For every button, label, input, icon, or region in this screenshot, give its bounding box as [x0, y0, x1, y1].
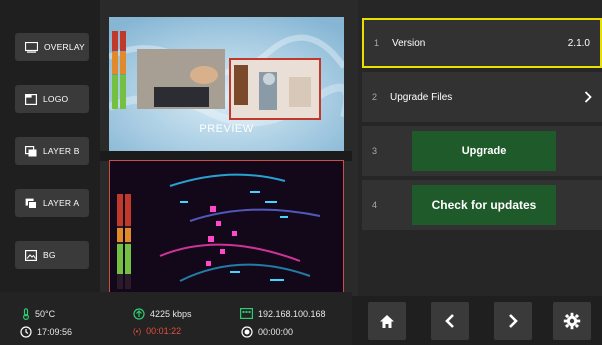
network-icon — [240, 308, 253, 319]
ip-status: 192.168.100.168 — [240, 308, 326, 319]
temperature-status: 50°C — [22, 308, 55, 320]
row-number: 2 — [372, 92, 378, 102]
layer-b-label: LAYER B — [43, 146, 80, 156]
layer-b-button[interactable]: LAYER B — [15, 137, 89, 165]
record-time-value: 00:00:00 — [258, 327, 294, 337]
logo-button[interactable]: LOGO — [15, 85, 89, 113]
bitrate-status: 4225 kbps — [133, 308, 192, 320]
layer-a-button[interactable]: LAYER A — [15, 189, 89, 217]
upgrade-files-row[interactable]: 2 Upgrade Files — [362, 72, 602, 122]
upload-icon — [133, 308, 145, 320]
logo-icon — [25, 93, 37, 105]
settings-button[interactable] — [553, 302, 591, 340]
overlay-button[interactable]: OVERLAY — [15, 33, 89, 61]
upgrade-row: 3 Upgrade — [362, 126, 602, 176]
clock-status: 17:09:56 — [20, 326, 72, 338]
thermometer-icon — [23, 308, 29, 320]
bg-label: BG — [43, 250, 56, 260]
program-image — [110, 161, 343, 293]
logo-label: LOGO — [43, 94, 69, 104]
record-time-status: 00:00:00 — [241, 326, 293, 338]
bg-button[interactable]: BG — [15, 241, 89, 269]
back-button[interactable] — [431, 302, 469, 340]
clock-value: 17:09:56 — [37, 327, 73, 337]
forward-arrow-icon — [509, 314, 518, 328]
live-time-value: 00:01:22 — [146, 326, 182, 336]
upgrade-files-label: Upgrade Files — [390, 91, 453, 103]
bitrate-value: 4225 kbps — [150, 309, 192, 319]
version-row[interactable]: 1 Version 2.1.0 — [362, 18, 602, 68]
live-icon: (•) — [133, 326, 142, 336]
layer-a-icon — [25, 198, 37, 209]
check-updates-row: 4 Check for updates — [362, 180, 602, 230]
overlay-label: OVERLAY — [44, 42, 85, 52]
row-number: 4 — [372, 200, 378, 210]
layer-a-label: LAYER A — [43, 198, 80, 208]
temperature-value: 50°C — [35, 309, 56, 319]
row-number: 3 — [372, 146, 378, 156]
clock-icon — [20, 326, 32, 338]
overlay-icon — [25, 41, 38, 53]
layer-b-icon — [25, 145, 37, 156]
chevron-right-icon — [584, 91, 592, 103]
upgrade-button[interactable]: Upgrade — [412, 131, 556, 171]
row-number: 1 — [374, 38, 380, 48]
home-icon — [380, 314, 394, 328]
version-label: Version — [392, 37, 426, 49]
record-icon — [241, 326, 253, 338]
home-button[interactable] — [368, 302, 406, 340]
preview-label: PREVIEW — [199, 123, 254, 135]
version-value: 2.1.0 — [567, 37, 590, 49]
back-arrow-icon — [445, 314, 454, 328]
settings-icon — [563, 312, 581, 330]
live-time-status: (•) 00:01:22 — [133, 326, 181, 336]
program-window[interactable] — [109, 160, 344, 294]
ip-value: 192.168.100.168 — [258, 308, 326, 319]
check-for-updates-button[interactable]: Check for updates — [412, 185, 556, 225]
forward-button[interactable] — [494, 302, 532, 340]
image-icon — [25, 249, 37, 261]
